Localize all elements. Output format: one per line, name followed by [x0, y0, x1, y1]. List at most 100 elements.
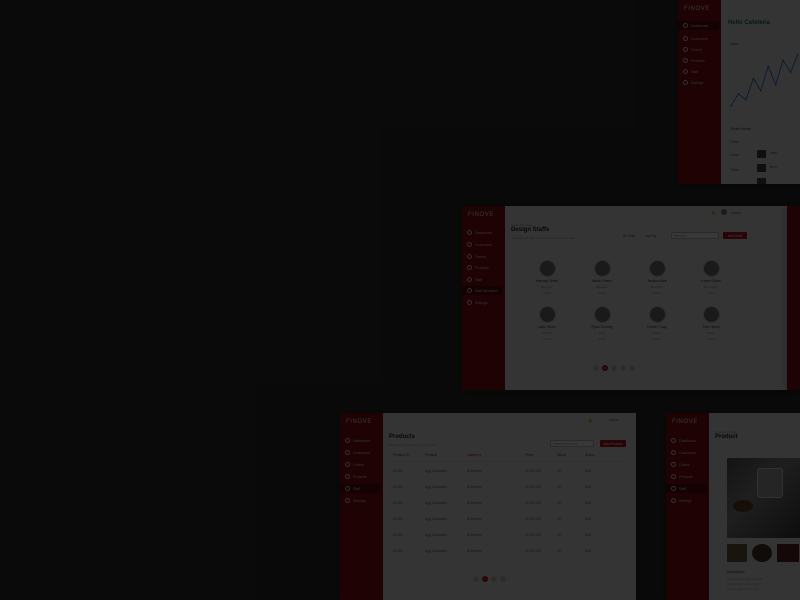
- nav-orders[interactable]: Orders: [345, 460, 381, 469]
- next-page-button[interactable]: ›: [629, 365, 635, 371]
- column-header[interactable]: Price: [525, 453, 533, 457]
- food-thumbnail: [757, 150, 766, 158]
- nav-products[interactable]: Products: [671, 472, 707, 481]
- box-icon: [467, 265, 472, 270]
- nav-label: Dashboard: [691, 23, 709, 28]
- table-row[interactable]: #1004 Egg Sandwich Breakfast Rp 25.000 1…: [393, 517, 629, 523]
- staff-card-item[interactable]: Tom Hardy Waiter Active: [689, 306, 733, 341]
- nav-staff[interactable]: Staff: [340, 484, 381, 493]
- edit-link[interactable]: Edit: [585, 549, 591, 553]
- product-thumbnail[interactable]: [727, 544, 747, 562]
- nav-orders[interactable]: Orders: [671, 460, 707, 469]
- user-avatar[interactable]: [721, 209, 727, 215]
- data-point: [759, 89, 762, 92]
- nav-dashboard[interactable]: Dashboard: [671, 436, 707, 445]
- column-header[interactable]: Product: [425, 453, 437, 457]
- food-thumbnail: [757, 164, 766, 172]
- nav-label: Products: [353, 474, 367, 479]
- nav-dashboard[interactable]: Dashboard: [345, 436, 381, 445]
- nav-products[interactable]: Products: [467, 263, 503, 272]
- cell: Breakfast: [467, 501, 482, 505]
- description-title: Description: [727, 570, 745, 574]
- search-input[interactable]: Search...: [671, 232, 719, 239]
- nav-orders[interactable]: Orders: [467, 252, 503, 261]
- page-button[interactable]: 1: [602, 365, 608, 371]
- nav-staff-members[interactable]: Staff Members: [462, 286, 503, 295]
- nav-settings[interactable]: Settings: [671, 496, 707, 505]
- nav-label: Customers: [475, 242, 492, 247]
- gear-icon: [467, 300, 472, 305]
- data-point: [782, 59, 784, 61]
- edit-link[interactable]: Edit: [585, 485, 591, 489]
- cell: 10: [557, 469, 561, 473]
- prev-page-button[interactable]: ‹: [473, 576, 479, 582]
- nav-staff[interactable]: Staff: [666, 484, 707, 493]
- staff-avatar: [702, 260, 720, 277]
- edit-link[interactable]: Edit: [585, 501, 591, 505]
- nav-customers[interactable]: Customers: [467, 240, 503, 249]
- nav-settings[interactable]: Settings: [683, 78, 719, 87]
- nav-products[interactable]: Products: [345, 472, 381, 481]
- nav-customers[interactable]: Customers: [683, 34, 719, 43]
- product-thumbnail[interactable]: [752, 544, 772, 562]
- sales-line-chart: [730, 53, 799, 107]
- column-header[interactable]: Stock: [557, 453, 566, 457]
- food-thumbnail: [757, 178, 766, 184]
- data-point: [737, 92, 740, 95]
- staff-name: Jessica Alba: [647, 279, 667, 283]
- nav-dashboard[interactable]: Dashboard: [467, 228, 503, 237]
- staff-role: Designer: [540, 285, 553, 289]
- staff-card-item[interactable]: Ryan Gosling Chef Active: [580, 306, 624, 341]
- table-row[interactable]: #1001 Egg Sandwich Breakfast Rp 25.000 1…: [393, 469, 629, 475]
- staff-card-item[interactable]: Martin Sheen Manager Active: [580, 260, 624, 295]
- table-row[interactable]: #1003 Egg Sandwich Breakfast Rp 25.000 1…: [393, 501, 629, 507]
- edit-link[interactable]: Edit: [585, 517, 591, 521]
- table-row[interactable]: #1005 Egg Sandwich Breakfast Rp 25.000 1…: [393, 533, 629, 539]
- staff-card-item[interactable]: Jessica Alba Designer Active: [635, 260, 679, 295]
- filter-sort[interactable]: Sort By: [645, 234, 656, 238]
- page-button[interactable]: 1: [482, 576, 488, 582]
- page-button[interactable]: 2: [611, 365, 617, 371]
- nav-settings[interactable]: Settings: [345, 496, 381, 505]
- search-input[interactable]: Search product: [550, 440, 594, 447]
- edit-link[interactable]: Edit: [585, 469, 591, 473]
- data-point: [745, 99, 747, 101]
- nav-customers[interactable]: Customers: [671, 448, 707, 457]
- nav-label: Staff: [691, 69, 699, 74]
- dashboard-icon: [671, 438, 676, 443]
- nav-dashboard[interactable]: Dashboard: [678, 21, 719, 30]
- column-header[interactable]: Action: [585, 453, 595, 457]
- table-row[interactable]: #1002 Egg Sandwich Breakfast Rp 25.000 1…: [393, 485, 629, 491]
- product-thumbnail[interactable]: [777, 544, 799, 562]
- cell: 10: [557, 485, 561, 489]
- staff-card-item[interactable]: Daniel Craig Waiter Active: [635, 306, 679, 341]
- edit-link[interactable]: Edit: [585, 533, 591, 537]
- staff-card-item[interactable]: Hannah Smith Designer Active: [525, 260, 569, 295]
- nav-settings[interactable]: Settings: [467, 298, 503, 307]
- nav-staff[interactable]: Staff: [467, 275, 503, 284]
- page-button[interactable]: 2: [491, 576, 497, 582]
- column-header[interactable]: Category: [467, 453, 481, 457]
- column-header[interactable]: Product ID: [393, 453, 410, 457]
- staff-name: Karen Gillan: [701, 279, 721, 283]
- add-product-button[interactable]: Add Product: [600, 440, 626, 447]
- nav-products[interactable]: Products: [683, 56, 719, 65]
- gear-icon: [683, 80, 688, 85]
- bell-icon[interactable]: 🔔: [588, 418, 592, 422]
- nav-orders[interactable]: Orders: [683, 45, 719, 54]
- box-icon: [345, 474, 350, 479]
- gear-icon: [671, 498, 676, 503]
- bell-icon[interactable]: 🔔: [711, 210, 715, 214]
- staff-status: Active: [706, 337, 716, 341]
- filter-all[interactable]: All Staff: [623, 234, 635, 238]
- nav-customers[interactable]: Customers: [345, 448, 381, 457]
- nav-staff[interactable]: Staff: [683, 67, 719, 76]
- nav-label: Orders: [353, 462, 364, 467]
- staff-card-item[interactable]: Jake Stone Cashier Active: [525, 306, 569, 341]
- table-row[interactable]: #1006 Egg Sandwich Breakfast Rp 25.000 1…: [393, 549, 629, 555]
- next-page-button[interactable]: ›: [500, 576, 506, 582]
- page-button[interactable]: 3: [620, 365, 626, 371]
- prev-page-button[interactable]: ‹: [593, 365, 599, 371]
- add-staff-button[interactable]: Add Staff: [723, 232, 747, 239]
- staff-card-item[interactable]: Karen Gillan Developer Active: [689, 260, 733, 295]
